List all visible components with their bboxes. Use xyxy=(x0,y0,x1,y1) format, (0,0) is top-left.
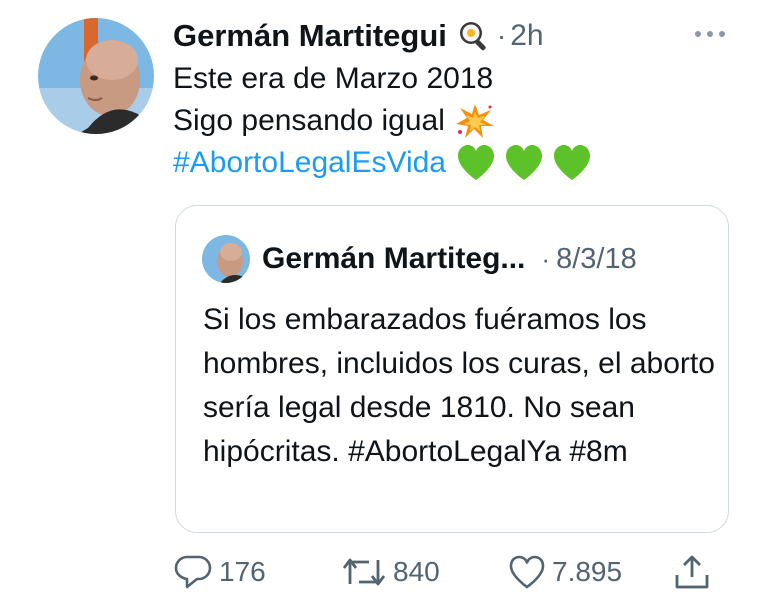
separator-dot: · xyxy=(541,243,551,274)
green-heart-icon xyxy=(506,145,542,180)
quoted-tweet[interactable]: Germán Martiteg... · 8/3/18 Si los embar… xyxy=(175,205,729,533)
retweet-button[interactable]: 840 xyxy=(341,552,440,592)
author-name[interactable]: Germán Martitegui xyxy=(173,18,447,54)
like-button[interactable]: 7.895 xyxy=(508,552,622,592)
more-options-icon[interactable] xyxy=(690,22,730,46)
green-heart-icon xyxy=(458,145,494,180)
tweet-actions: 176 840 7.895 xyxy=(173,552,733,592)
collision-icon xyxy=(455,104,494,138)
heart-icon xyxy=(509,555,545,589)
reply-count: 176 xyxy=(219,556,266,587)
tweet-line-3: #AbortoLegalEsVida xyxy=(173,142,592,184)
quoted-author-name: Germán Martiteg... xyxy=(262,242,526,275)
separator-dot: · xyxy=(496,20,507,51)
quoted-tweet-header: Germán Martiteg... · 8/3/18 xyxy=(202,233,637,285)
quoted-tweet-text: Si los embarazados fuéramos los hombres,… xyxy=(203,303,715,468)
hashtag-link[interactable]: #AbortoLegalEsVida xyxy=(173,142,446,184)
retweet-icon xyxy=(342,558,386,586)
share-icon xyxy=(675,555,709,589)
like-count: 7.895 xyxy=(552,556,623,587)
reply-button[interactable]: 176 xyxy=(173,552,266,592)
reply-icon xyxy=(174,555,212,589)
tweet-text: Este era de Marzo 2018 Sigo pensando igu… xyxy=(173,58,592,184)
author-avatar[interactable] xyxy=(38,18,154,134)
quoted-author-avatar xyxy=(202,235,250,283)
tweet-header: Germán Martitegui · 2h xyxy=(173,14,544,58)
frying-pan-egg-icon xyxy=(459,22,486,51)
tweet-line-2: Sigo pensando igual xyxy=(173,100,592,142)
green-heart-icon xyxy=(554,145,590,180)
tweet-line-1: Este era de Marzo 2018 xyxy=(173,62,494,95)
retweet-count: 840 xyxy=(393,556,440,587)
quoted-tweet-date: 8/3/18 xyxy=(556,242,637,275)
tweet-time[interactable]: 2h xyxy=(510,19,543,53)
share-button[interactable] xyxy=(673,552,711,592)
tweet-line-2-text: Sigo pensando igual xyxy=(173,104,445,137)
